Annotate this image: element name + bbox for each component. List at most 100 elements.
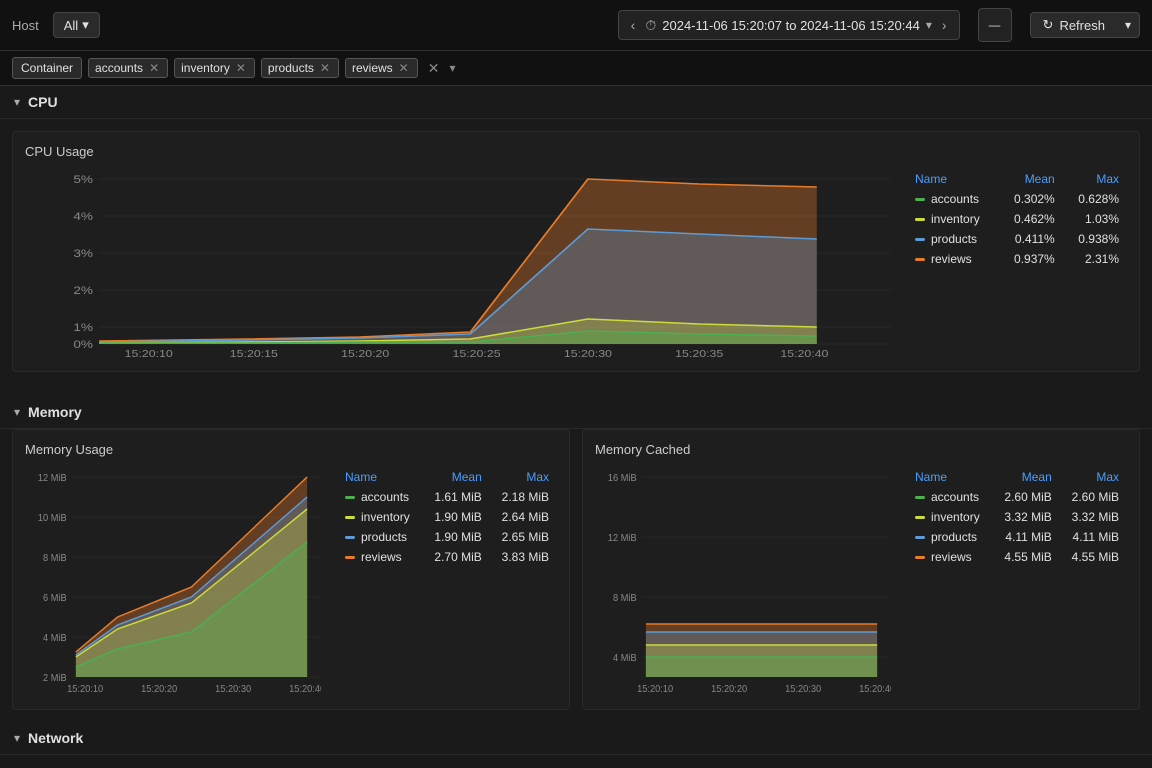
filter-tag-inventory-close[interactable]: ✕ [234, 62, 248, 74]
mc-accounts-color [915, 496, 925, 499]
time-range: 2024-11-06 15:20:07 to 2024-11-06 15:20:… [662, 18, 920, 33]
cpu-section-header[interactable]: ▾ CPU [0, 86, 1152, 119]
memory-section-header[interactable]: ▾ Memory [0, 396, 1152, 429]
mem-usage-products-mean: 1.90 MiB [423, 527, 490, 547]
mc-reviews-color [915, 556, 925, 559]
filter-tag-accounts-close[interactable]: ✕ [147, 62, 161, 74]
mem-usage-reviews-name: reviews [337, 547, 423, 567]
chevron-down-icon: ▾ [82, 17, 89, 33]
time-back-button[interactable]: ‹ [627, 15, 640, 35]
cpu-chevron-icon: ▾ [14, 95, 20, 109]
products-color-indicator [915, 238, 925, 241]
memory-charts-row: Memory Usage 12 MiB 10 MiB 8 MiB [0, 429, 1152, 722]
accounts-color-indicator [915, 198, 925, 201]
network-section-header[interactable]: ▾ Network [0, 722, 1152, 755]
svg-text:1%: 1% [73, 321, 93, 333]
mem-usage-inventory-row: inventory 1.90 MiB 2.64 MiB [337, 507, 557, 527]
time-chevron-button[interactable]: ▾ [926, 18, 932, 32]
cpu-legend-accounts-name: accounts [907, 189, 998, 209]
cpu-legend-products-max: 0.938% [1063, 229, 1127, 249]
refresh-dropdown-button[interactable]: ▾ [1117, 12, 1140, 38]
mem-cached-accounts-name: accounts [907, 487, 993, 507]
cpu-legend-mean-header: Mean [998, 169, 1062, 189]
time-section: ‹ ⏱ 2024-11-06 15:20:07 to 2024-11-06 15… [618, 10, 960, 40]
mem-cached-inventory-mean: 3.32 MiB [993, 507, 1060, 527]
svg-text:8 MiB: 8 MiB [43, 553, 67, 564]
filter-tag-reviews-label: reviews [352, 61, 393, 75]
mem-usage-max-header: Max [490, 467, 557, 487]
time-forward-button[interactable]: › [938, 15, 951, 35]
mem-usage-products-row: products 1.90 MiB 2.65 MiB [337, 527, 557, 547]
memory-usage-chart-area: 12 MiB 10 MiB 8 MiB 6 MiB 4 MiB 2 MiB 15… [25, 467, 321, 697]
svg-text:15:20:40: 15:20:40 [780, 349, 828, 359]
mem-cached-inventory-row: inventory 3.32 MiB 3.32 MiB [907, 507, 1127, 527]
svg-text:0%: 0% [73, 338, 93, 350]
inventory-color-indicator [915, 218, 925, 221]
filter-tag-reviews: reviews ✕ [345, 58, 418, 78]
memory-usage-legend: Name Mean Max accounts 1.61 MiB 2.18 MiB [337, 467, 557, 697]
memory-section: ▾ Memory Memory Usage 12 MiB [0, 396, 1152, 722]
mem-usage-mean-header: Mean [423, 467, 490, 487]
mem-cached-products-name: products [907, 527, 993, 547]
mem-cached-products-mean: 4.11 MiB [993, 527, 1060, 547]
cpu-legend-reviews-max: 2.31% [1063, 249, 1127, 269]
mu-inventory-color [345, 516, 355, 519]
svg-text:15:20:30: 15:20:30 [564, 349, 612, 359]
filter-tag-inventory: inventory ✕ [174, 58, 255, 78]
memory-usage-chart-with-legend: 12 MiB 10 MiB 8 MiB 6 MiB 4 MiB 2 MiB 15… [25, 467, 557, 697]
filter-tag-reviews-close[interactable]: ✕ [397, 62, 411, 74]
memory-usage-title: Memory Usage [25, 442, 557, 457]
reviews-color-indicator [915, 258, 925, 261]
svg-text:2%: 2% [73, 284, 93, 296]
mem-usage-products-max: 2.65 MiB [490, 527, 557, 547]
cpu-legend-inventory-mean: 0.462% [998, 209, 1062, 229]
filter-tag-products-close[interactable]: ✕ [318, 62, 332, 74]
mem-usage-accounts-row: accounts 1.61 MiB 2.18 MiB [337, 487, 557, 507]
cpu-legend-products-mean: 0.411% [998, 229, 1062, 249]
mu-accounts-color [345, 496, 355, 499]
mem-usage-reviews-max: 3.83 MiB [490, 547, 557, 567]
mem-cached-inventory-name: inventory [907, 507, 993, 527]
svg-text:5%: 5% [73, 173, 93, 185]
filter-expand-button[interactable]: ▾ [449, 61, 455, 75]
mem-usage-inventory-max: 2.64 MiB [490, 507, 557, 527]
memory-cached-card: Memory Cached 16 MiB 12 MiB 8 MiB 4 MiB [582, 429, 1140, 710]
refresh-icon: ↻ [1043, 17, 1054, 33]
filter-tag-products-label: products [268, 61, 314, 75]
cpu-usage-title: CPU Usage [25, 144, 1127, 159]
cpu-legend-accounts-mean: 0.302% [998, 189, 1062, 209]
mem-cached-accounts-mean: 2.60 MiB [993, 487, 1060, 507]
memory-cached-title: Memory Cached [595, 442, 1127, 457]
cpu-legend-accounts: accounts 0.302% 0.628% [907, 189, 1127, 209]
mem-cached-accounts-max: 2.60 MiB [1060, 487, 1127, 507]
zoom-out-button[interactable]: － [978, 8, 1012, 42]
svg-text:15:20:25: 15:20:25 [453, 349, 501, 359]
mem-usage-reviews-mean: 2.70 MiB [423, 547, 490, 567]
refresh-button[interactable]: ↻ Refresh [1030, 12, 1117, 38]
mem-usage-reviews-row: reviews 2.70 MiB 3.83 MiB [337, 547, 557, 567]
cpu-legend-products-name: products [907, 229, 998, 249]
filter-clear-button[interactable]: ✕ [424, 58, 444, 79]
svg-text:2 MiB: 2 MiB [43, 673, 67, 684]
svg-text:15:20:30: 15:20:30 [785, 684, 821, 695]
filterbar: Container accounts ✕ inventory ✕ product… [0, 51, 1152, 86]
mem-usage-accounts-name: accounts [337, 487, 423, 507]
svg-text:8 MiB: 8 MiB [613, 593, 637, 604]
mu-products-color [345, 536, 355, 539]
mem-cached-reviews-row: reviews 4.55 MiB 4.55 MiB [907, 547, 1127, 567]
mem-usage-name-header: Name [337, 467, 423, 487]
svg-text:15:20:15: 15:20:15 [230, 349, 278, 359]
svg-text:15:20:10: 15:20:10 [637, 684, 673, 695]
svg-text:15:20:20: 15:20:20 [341, 349, 389, 359]
svg-text:6 MiB: 6 MiB [43, 593, 67, 604]
svg-text:16 MiB: 16 MiB [608, 473, 637, 484]
svg-text:15:20:40: 15:20:40 [859, 684, 891, 695]
all-dropdown[interactable]: All ▾ [53, 12, 100, 38]
mem-usage-inventory-mean: 1.90 MiB [423, 507, 490, 527]
svg-text:4 MiB: 4 MiB [613, 653, 637, 664]
mem-cached-accounts-row: accounts 2.60 MiB 2.60 MiB [907, 487, 1127, 507]
cpu-chart-with-legend: 5% 4% 3% 2% 1% 0% 15:20:10 15:20:15 15:2… [25, 169, 1127, 359]
mem-usage-products-name: products [337, 527, 423, 547]
filter-tag-products: products ✕ [261, 58, 339, 78]
memory-chevron-icon: ▾ [14, 405, 20, 419]
